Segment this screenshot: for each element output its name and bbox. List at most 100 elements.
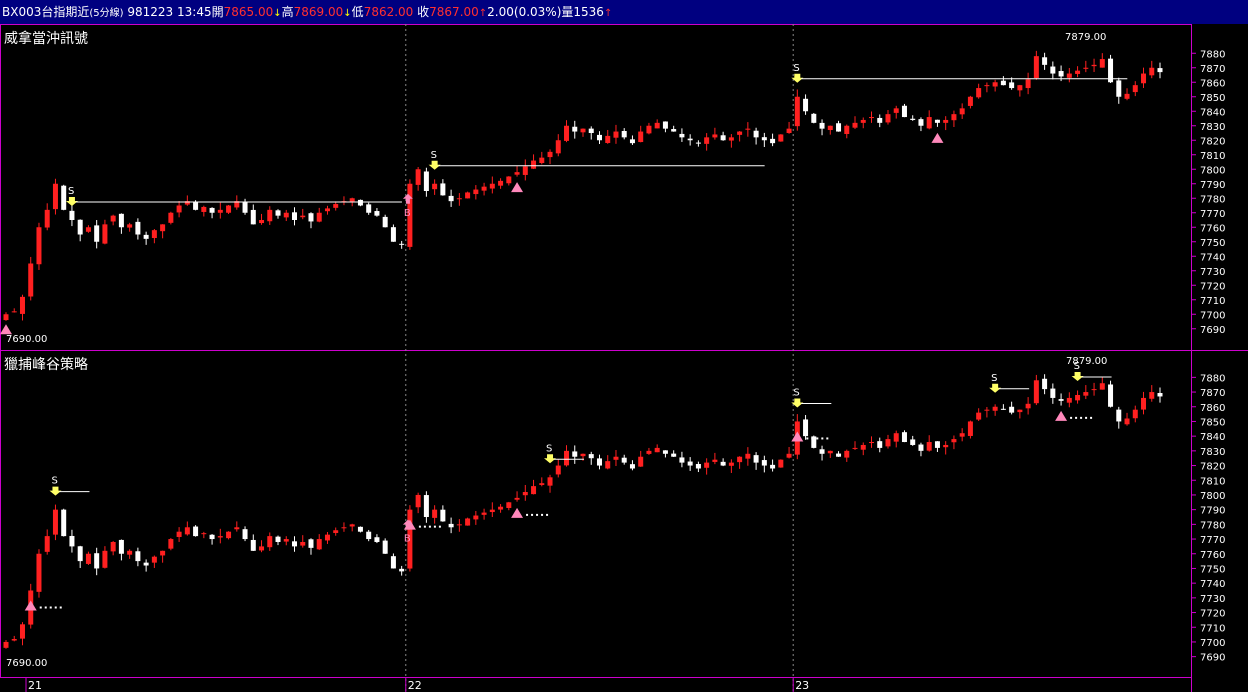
- candle-body: [638, 131, 644, 143]
- candle-body: [19, 624, 25, 639]
- candle-body: [1075, 394, 1081, 401]
- candle-body: [910, 439, 916, 445]
- candle-body: [646, 125, 652, 134]
- trail-dot: [526, 513, 529, 516]
- candle-body: [976, 412, 982, 420]
- trail-dot: [428, 525, 431, 528]
- candle-body: [753, 130, 759, 138]
- candle-body: [679, 133, 685, 138]
- pane-peak-valley-strategy[interactable]: SSSSSB: [3, 361, 1163, 649]
- candle-body: [69, 210, 75, 220]
- candle-body: [489, 509, 495, 513]
- y-axis-bottom: 7880 7870 7860 7850 7840 7830 7820 7810 7800 7790…: [1191, 373, 1225, 664]
- sell-signal-label: S: [793, 63, 799, 74]
- candle-body: [250, 209, 256, 225]
- candle-body: [967, 421, 973, 436]
- candle-body: [209, 207, 215, 213]
- candle-body: [621, 457, 627, 463]
- candle-body: [613, 456, 619, 460]
- candle-body: [349, 524, 355, 527]
- chart-area[interactable]: SSSB SSSSSB 7880787078607850784078307820…: [0, 24, 1248, 692]
- candle-body: [506, 502, 512, 508]
- candle-body: [382, 216, 388, 228]
- candle-body: [242, 529, 248, 540]
- change-value: 2.00: [487, 5, 514, 19]
- candle-body: [1058, 71, 1064, 77]
- entry-triangle-icon: [1055, 410, 1068, 421]
- candle-body: [77, 546, 83, 562]
- candle-body: [374, 211, 380, 216]
- candle-body: [399, 243, 405, 245]
- candle-body: [259, 546, 265, 551]
- y-axis-tick-label: 7780: [1200, 194, 1225, 205]
- candle-body: [333, 530, 339, 533]
- title-bar: BX003台指期近(5分線) 981223 13:45開7865.00↓高786…: [0, 0, 1248, 24]
- candle-body: [292, 541, 297, 547]
- candle-body: [803, 419, 809, 437]
- candle-body: [267, 536, 273, 548]
- candle-body: [844, 125, 850, 134]
- candle-body: [1066, 73, 1072, 78]
- candle-body: [1058, 399, 1064, 401]
- high-value: 7869.00: [293, 5, 344, 19]
- candle-body: [951, 114, 957, 121]
- candle-body: [934, 119, 940, 123]
- pane-weina-signal[interactable]: S S S B: [0, 50, 1163, 335]
- candle-body: [1017, 85, 1023, 91]
- sell-signal-label: S: [546, 443, 552, 454]
- candle-body: [110, 215, 116, 222]
- trail-dot: [541, 513, 544, 516]
- candle-body: [432, 509, 438, 518]
- candle-body: [473, 189, 479, 195]
- candle-body: [555, 465, 561, 475]
- y-axis-tick-label: 7690: [1200, 653, 1225, 664]
- candle-body: [605, 135, 611, 143]
- candle-body: [654, 122, 660, 129]
- candle-body: [118, 539, 124, 554]
- candle-body: [1116, 80, 1122, 97]
- candle-body: [704, 462, 710, 468]
- trail-dot: [59, 606, 62, 609]
- buy-signal-label: B: [404, 208, 411, 219]
- candle-body: [77, 219, 83, 235]
- candle-body: [506, 176, 512, 184]
- candle-body: [176, 205, 182, 213]
- candle-body: [201, 206, 207, 212]
- y-axis-tick-label: 7880: [1200, 49, 1225, 60]
- y-axis-tick-label: 7800: [1200, 491, 1225, 502]
- candle-body: [168, 539, 174, 549]
- candle-body: [926, 442, 932, 451]
- y-axis-top: 7880 7870 7860 7850 7840 7830 7820 7810 7800 7790…: [1191, 49, 1225, 336]
- candle-body: [596, 134, 602, 141]
- candle-body: [547, 477, 553, 486]
- candle-body: [984, 409, 990, 411]
- candle-body: [869, 117, 874, 119]
- time-label: 13:45: [177, 5, 212, 19]
- candle-body: [770, 464, 776, 469]
- candle-body: [910, 118, 916, 120]
- x-axis-day-label: 21: [28, 679, 42, 692]
- y-axis-tick-label: 7710: [1200, 296, 1225, 307]
- candle-body: [300, 541, 306, 546]
- candle-body: [217, 536, 223, 538]
- close-label: 收: [417, 5, 430, 19]
- candle-body: [193, 526, 199, 537]
- candle-body: [959, 108, 965, 115]
- y-axis-tick-label: 7770: [1200, 535, 1225, 546]
- candle-body: [959, 433, 965, 437]
- y-axis-tick-label: 7860: [1200, 78, 1225, 89]
- candle-body: [522, 492, 528, 496]
- candle-body: [1050, 66, 1056, 74]
- trail-dot: [806, 437, 809, 440]
- candle-body: [1099, 59, 1105, 68]
- y-axis-tick-label: 7710: [1200, 623, 1225, 634]
- trail-dot: [536, 513, 539, 516]
- candle-body: [481, 512, 487, 515]
- pane-title-bottom: 獵捕峰谷策略: [4, 357, 88, 373]
- x-axis: 21 22 23: [25, 678, 809, 692]
- candle-body: [1075, 70, 1081, 74]
- change-percent: (0.03%): [513, 5, 562, 19]
- symbol-code: BX003: [2, 5, 42, 19]
- candle-body: [283, 212, 289, 218]
- y-axis-tick-label: 7840: [1200, 107, 1225, 118]
